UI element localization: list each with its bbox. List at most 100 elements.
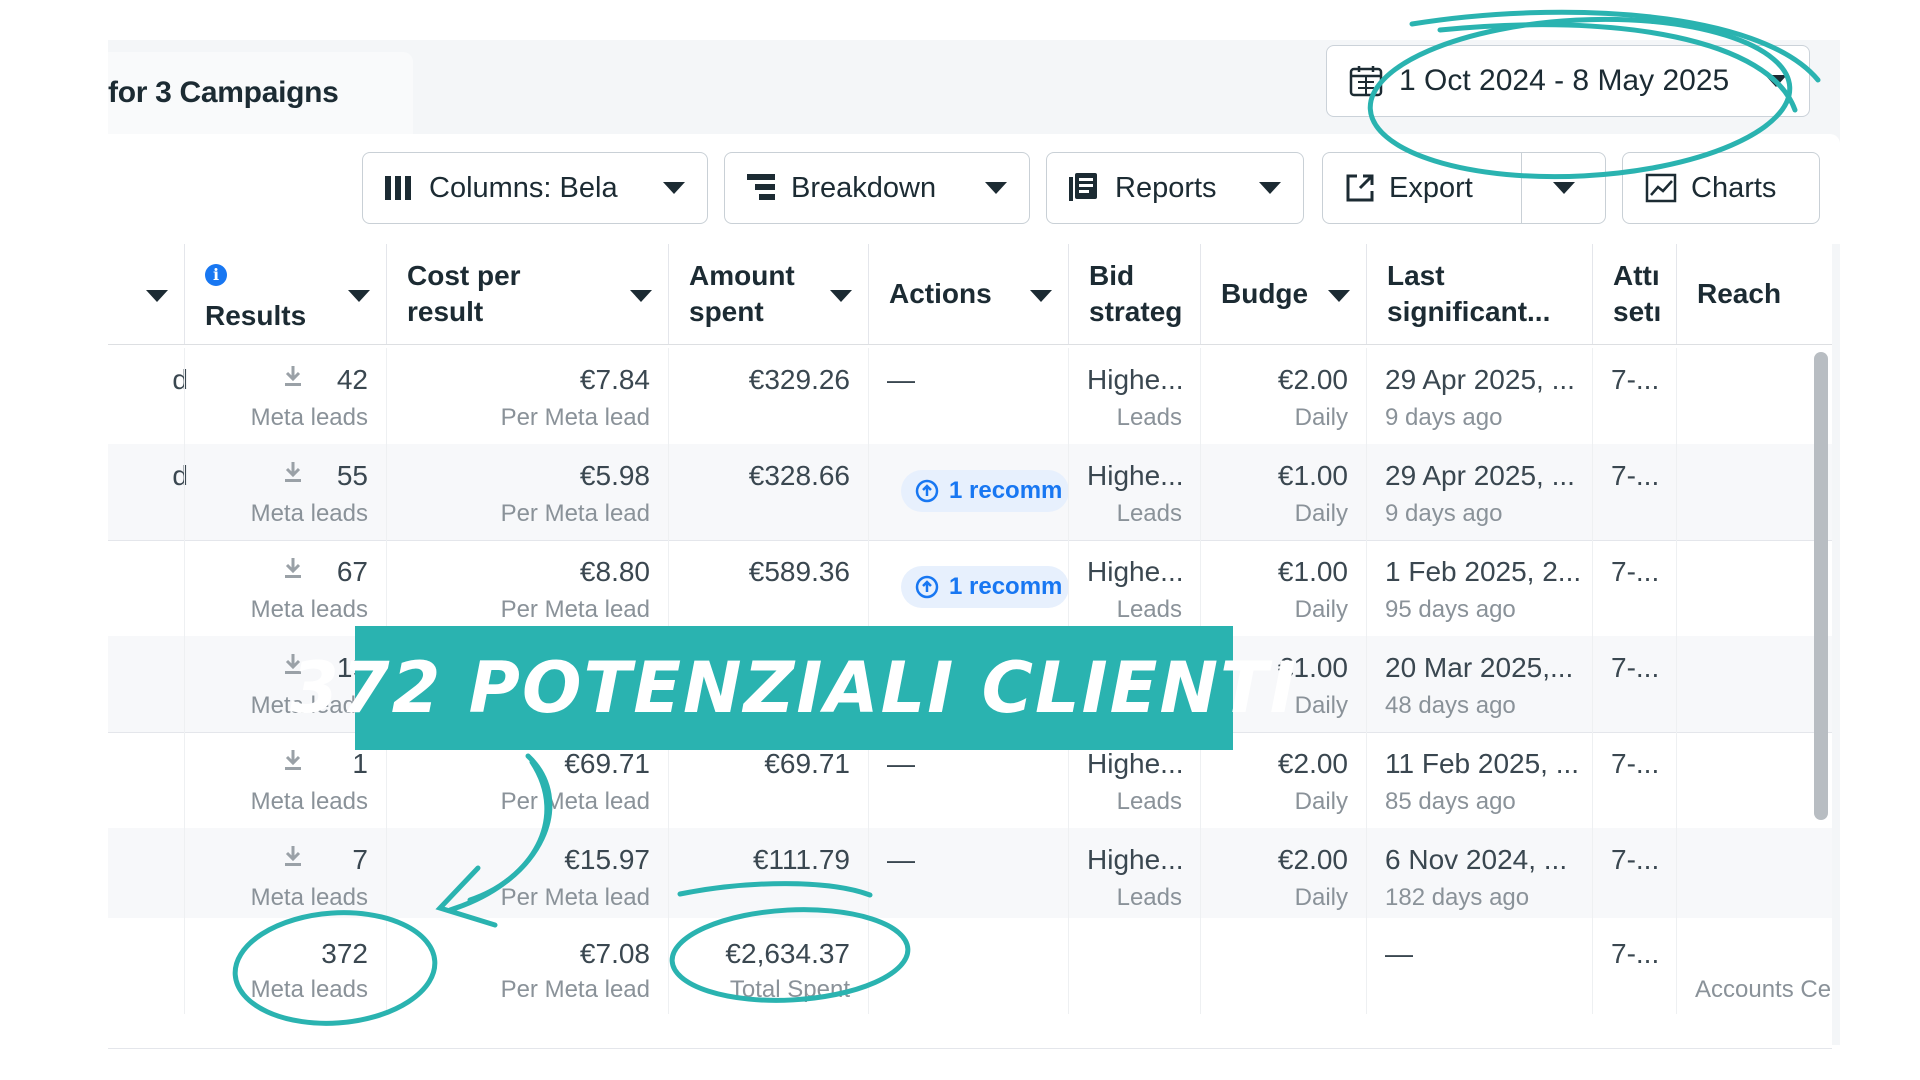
recommendation-icon [915, 479, 939, 503]
table-row[interactable]: d 55 Meta leads €5.98 Per Meta lead €328.66 1 … [108, 444, 1832, 541]
table-row[interactable]: d 42 Meta leads €7.84 Per Meta lead €329.26— H… [108, 348, 1832, 445]
row-amount-spent: €328.66 [748, 460, 850, 491]
header-attr-line2: setı [1613, 296, 1662, 327]
promo-banner: 372 POTENZIALI CLIENTI [290, 626, 1296, 750]
header-bid-line2: strateg [1089, 296, 1183, 327]
row-bid-strategy: Highe... [1087, 844, 1184, 875]
row-attribution: 7-... [1611, 748, 1660, 779]
campaigns-tab[interactable]: for 3 Campaigns [108, 52, 413, 134]
row-results-sub: Meta leads [250, 884, 368, 911]
totals-cpr: €7.08 [579, 938, 650, 969]
row-last-significant-sub: 95 days ago [1385, 596, 1516, 623]
table-header: i Results Cost per result Amount spent Act… [108, 244, 1832, 345]
row-budget-sub: Daily [1294, 884, 1348, 911]
row-results-sub: Meta leads [250, 596, 368, 623]
chevron-down-icon [1030, 290, 1052, 302]
columns-button[interactable]: Columns: Bela [362, 152, 708, 224]
download-icon[interactable] [283, 556, 303, 585]
totals-cpr-sub: Per Meta lead [500, 976, 650, 1003]
download-icon[interactable] [283, 748, 303, 777]
totals-attr: 7-... [1611, 938, 1660, 969]
header-amount-spent[interactable]: Amount spent [668, 244, 868, 344]
row-last-significant: 1 Feb 2025, 2... [1385, 556, 1582, 587]
download-icon[interactable] [283, 460, 303, 489]
row-budget: €2.00 [1277, 364, 1348, 395]
chevron-down-icon [830, 290, 852, 302]
row-budget: €2.00 [1277, 844, 1348, 875]
recommendation-button[interactable]: 1 recomm [901, 566, 1069, 608]
export-dropdown-toggle[interactable] [1521, 153, 1606, 223]
recommendation-label: 1 recomm [949, 573, 1063, 600]
header-reach[interactable]: Reach [1676, 244, 1832, 344]
row-cost-per-result: €69.71 [564, 748, 650, 779]
row-cost-per-result-sub: Per Meta lead [500, 596, 650, 623]
export-icon [1345, 173, 1375, 203]
row-results: 67 [336, 556, 368, 587]
row-cost-per-result-sub: Per Meta lead [500, 884, 650, 911]
row-last-significant-sub: 48 days ago [1385, 692, 1516, 719]
header-bid-strategy[interactable]: Bid strateg [1068, 244, 1200, 344]
charts-button[interactable]: Charts [1622, 152, 1820, 224]
row-results: 42 [336, 364, 368, 395]
row-budget: €1.00 [1277, 556, 1348, 587]
row-last-significant: 20 Mar 2025,... [1385, 652, 1574, 683]
row-budget-sub: Daily [1294, 404, 1348, 431]
vertical-scrollbar[interactable] [1814, 352, 1828, 820]
header-prev-column[interactable] [108, 244, 184, 344]
row-last-significant: 29 Apr 2025, ... [1385, 460, 1575, 491]
row-results: 55 [336, 460, 368, 491]
charts-icon [1645, 173, 1677, 203]
header-last-significant[interactable]: Last significant... [1366, 244, 1592, 344]
row-amount-spent: €111.79 [752, 844, 850, 875]
row-bid-strategy-sub: Leads [1116, 500, 1182, 527]
header-actions-label: Actions [889, 278, 992, 309]
row-budget: €1.00 [1277, 460, 1348, 491]
banner-text: 372 POTENZIALI CLIENTI [290, 647, 1298, 729]
recommendation-icon [915, 575, 939, 599]
calendar-icon [1349, 64, 1383, 98]
row-results: 7 [352, 844, 368, 875]
download-icon[interactable] [283, 364, 303, 393]
campaigns-tab-label: for 3 Campaigns [108, 76, 339, 109]
row-cost-per-result-sub: Per Meta lead [500, 788, 650, 815]
date-range-picker[interactable]: 1 Oct 2024 - 8 May 2025 [1326, 45, 1810, 117]
header-cost-line2: result [407, 296, 484, 327]
chevron-down-icon [630, 290, 652, 302]
row-results-sub: Meta leads [250, 404, 368, 431]
columns-icon [385, 176, 415, 200]
recommendation-button[interactable]: 1 recomm [901, 470, 1069, 512]
totals-reach-sub: Accounts Cen [1695, 976, 1832, 1003]
table-row[interactable]: 7 Meta leads €15.97 Per Meta lead €111.79 — Hi… [108, 828, 1832, 925]
chevron-down-icon [348, 290, 370, 302]
row-attribution: 7-... [1611, 556, 1660, 587]
breakdown-label: Breakdown [791, 171, 937, 204]
row-last-significant-sub: 85 days ago [1385, 788, 1516, 815]
header-budget[interactable]: Budge [1200, 244, 1366, 344]
totals-spent-sub: Total Spent [729, 976, 850, 1003]
header-attribution[interactable]: Attı setı [1592, 244, 1676, 344]
charts-label: Charts [1691, 171, 1777, 204]
header-results[interactable]: i Results [184, 244, 386, 344]
chevron-down-icon [1328, 290, 1350, 302]
row-attribution: 7-... [1611, 364, 1660, 395]
download-icon[interactable] [283, 844, 303, 873]
header-results-label: Results [205, 300, 307, 331]
info-icon[interactable]: i [205, 264, 227, 286]
row-bid-strategy-sub: Leads [1116, 596, 1182, 623]
reports-button[interactable]: Reports [1046, 152, 1304, 224]
row-bid-strategy: Highe... [1087, 460, 1184, 491]
row-actions: — [887, 844, 915, 875]
row-bid-strategy: Highe... [1087, 364, 1184, 395]
header-cost-per-result[interactable]: Cost per result [386, 244, 668, 344]
row-budget-sub: Daily [1294, 500, 1348, 527]
totals-results-sub: Meta leads [250, 976, 368, 1003]
totals-row: 372 Meta leads €7.08 Per Meta lead €2,63… [108, 918, 1832, 1049]
row-amount-spent: €69.71 [764, 748, 850, 779]
export-button[interactable]: Export [1322, 152, 1606, 224]
breakdown-button[interactable]: Breakdown [724, 152, 1030, 224]
row-last-significant-sub: 182 days ago [1385, 884, 1530, 911]
header-actions[interactable]: Actions [868, 244, 1068, 344]
header-reach-label: Reach [1697, 278, 1782, 309]
chevron-down-icon [1259, 182, 1281, 194]
table-row[interactable]: 67 Meta leads €8.80 Per Meta lead €589.36 1 r… [108, 540, 1832, 637]
